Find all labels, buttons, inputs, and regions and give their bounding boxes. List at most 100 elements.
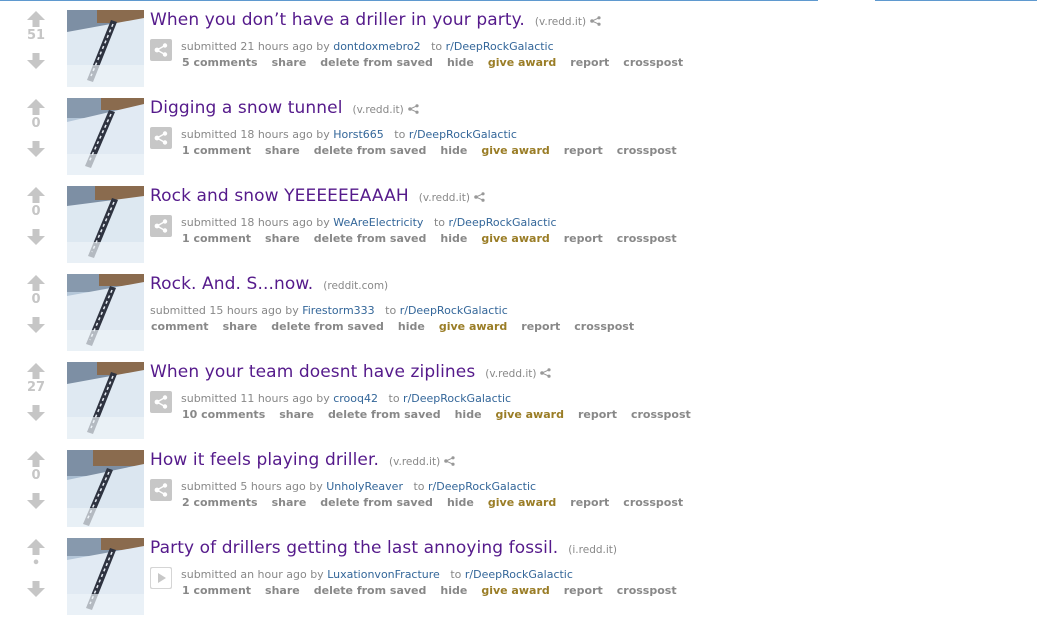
delete-from-saved-link[interactable]: delete from saved <box>314 584 427 597</box>
upvote-arrow-icon[interactable] <box>26 11 46 27</box>
share-link[interactable]: share <box>272 56 307 69</box>
post-subreddit[interactable]: r/DeepRockGalactic <box>448 216 556 229</box>
comments-link[interactable]: 1 comment <box>182 232 251 245</box>
post-subreddit[interactable]: r/DeepRockGalactic <box>400 304 508 317</box>
post-subreddit[interactable]: r/DeepRockGalactic <box>409 128 517 141</box>
hide-link[interactable]: hide <box>447 56 474 69</box>
upvote-arrow-icon[interactable] <box>26 275 46 291</box>
delete-from-saved-link[interactable]: delete from saved <box>320 56 433 69</box>
post-domain[interactable]: (reddit.com) <box>323 280 388 292</box>
post-title[interactable]: When your team doesnt have ziplines <box>150 362 475 382</box>
hide-link[interactable]: hide <box>440 584 467 597</box>
post-title[interactable]: Rock. And. S...now. <box>150 274 313 294</box>
post-domain[interactable]: (v.redd.it) <box>389 456 440 468</box>
comments-link[interactable]: 1 comment <box>182 144 251 157</box>
post-thumbnail[interactable] <box>67 10 144 87</box>
give-award-link[interactable]: give award <box>488 496 556 509</box>
post-author[interactable]: crooq42 <box>333 392 378 405</box>
post-thumbnail[interactable] <box>67 186 144 263</box>
post-subreddit[interactable]: r/DeepRockGalactic <box>428 480 536 493</box>
delete-from-saved-link[interactable]: delete from saved <box>271 320 384 333</box>
post-title[interactable]: Rock and snow YEEEEEEAAAH <box>150 186 409 206</box>
crosspost-link[interactable]: crosspost <box>623 56 683 69</box>
hide-link[interactable]: hide <box>447 496 474 509</box>
crosspost-link[interactable]: crosspost <box>623 496 683 509</box>
post-domain[interactable]: (v.redd.it) <box>485 368 536 380</box>
report-link[interactable]: report <box>570 496 609 509</box>
give-award-link[interactable]: give award <box>481 144 549 157</box>
hide-link[interactable]: hide <box>455 408 482 421</box>
comments-link[interactable]: 2 comments <box>182 496 258 509</box>
expando-button[interactable] <box>150 39 172 61</box>
expando-button[interactable] <box>150 127 172 149</box>
comments-link[interactable]: 5 comments <box>182 56 258 69</box>
post-domain[interactable]: (i.redd.it) <box>568 544 617 556</box>
share-icon[interactable] <box>590 11 601 30</box>
post-thumbnail[interactable] <box>67 362 144 439</box>
upvote-arrow-icon[interactable] <box>26 451 46 467</box>
post-author[interactable]: dontdoxmebro2 <box>333 40 420 53</box>
upvote-arrow-icon[interactable] <box>26 99 46 115</box>
report-link[interactable]: report <box>570 56 609 69</box>
post-thumbnail[interactable] <box>67 274 144 351</box>
share-link[interactable]: share <box>272 496 307 509</box>
crosspost-link[interactable]: crosspost <box>617 584 677 597</box>
crosspost-link[interactable]: crosspost <box>631 408 691 421</box>
crosspost-link[interactable]: crosspost <box>574 320 634 333</box>
post-domain[interactable]: (v.redd.it) <box>535 16 586 28</box>
post-author[interactable]: Horst665 <box>333 128 384 141</box>
post-thumbnail[interactable] <box>67 98 144 175</box>
report-link[interactable]: report <box>564 584 603 597</box>
post-domain[interactable]: (v.redd.it) <box>353 104 404 116</box>
delete-from-saved-link[interactable]: delete from saved <box>328 408 441 421</box>
post-author[interactable]: LuxationvonFracture <box>327 568 440 581</box>
share-link[interactable]: share <box>265 584 300 597</box>
share-link[interactable]: share <box>265 144 300 157</box>
give-award-link[interactable]: give award <box>496 408 564 421</box>
downvote-arrow-icon[interactable] <box>26 405 46 421</box>
downvote-arrow-icon[interactable] <box>26 141 46 157</box>
upvote-arrow-icon[interactable] <box>26 187 46 203</box>
share-icon[interactable] <box>540 363 552 382</box>
post-thumbnail[interactable] <box>67 450 144 527</box>
comments-link[interactable]: 10 comments <box>182 408 265 421</box>
share-link[interactable]: share <box>279 408 314 421</box>
downvote-arrow-icon[interactable] <box>26 229 46 245</box>
post-subreddit[interactable]: r/DeepRockGalactic <box>465 568 573 581</box>
expando-button[interactable] <box>150 215 172 237</box>
comments-link[interactable]: comment <box>151 320 209 333</box>
post-title[interactable]: Party of drillers getting the last annoy… <box>150 538 558 558</box>
post-domain[interactable]: (v.redd.it) <box>419 192 470 204</box>
post-author[interactable]: WeAreElectricity <box>333 216 423 229</box>
comments-link[interactable]: 1 comment <box>182 584 251 597</box>
share-icon[interactable] <box>474 187 485 206</box>
delete-from-saved-link[interactable]: delete from saved <box>314 144 427 157</box>
upvote-arrow-icon[interactable] <box>26 539 46 555</box>
post-author[interactable]: Firestorm333 <box>302 304 374 317</box>
hide-link[interactable]: hide <box>440 232 467 245</box>
report-link[interactable]: report <box>521 320 560 333</box>
share-icon[interactable] <box>444 451 455 470</box>
share-link[interactable]: share <box>223 320 258 333</box>
give-award-link[interactable]: give award <box>481 584 549 597</box>
post-thumbnail[interactable] <box>67 538 144 615</box>
delete-from-saved-link[interactable]: delete from saved <box>320 496 433 509</box>
crosspost-link[interactable]: crosspost <box>617 232 677 245</box>
post-title[interactable]: How it feels playing driller. <box>150 450 379 470</box>
report-link[interactable]: report <box>564 144 603 157</box>
downvote-arrow-icon[interactable] <box>26 493 46 509</box>
expando-play-button[interactable] <box>150 567 172 589</box>
upvote-arrow-icon[interactable] <box>26 363 46 379</box>
report-link[interactable]: report <box>564 232 603 245</box>
post-title[interactable]: When you don’t have a driller in your pa… <box>150 10 525 30</box>
give-award-link[interactable]: give award <box>488 56 556 69</box>
expando-button[interactable] <box>150 479 172 501</box>
downvote-arrow-icon[interactable] <box>26 317 46 333</box>
share-icon[interactable] <box>407 99 419 118</box>
post-subreddit[interactable]: r/DeepRockGalactic <box>446 40 554 53</box>
post-title[interactable]: Digging a snow tunnel <box>150 98 343 118</box>
crosspost-link[interactable]: crosspost <box>617 144 677 157</box>
downvote-arrow-icon[interactable] <box>26 53 46 69</box>
post-author[interactable]: UnholyReaver <box>326 480 403 493</box>
give-award-link[interactable]: give award <box>439 320 507 333</box>
